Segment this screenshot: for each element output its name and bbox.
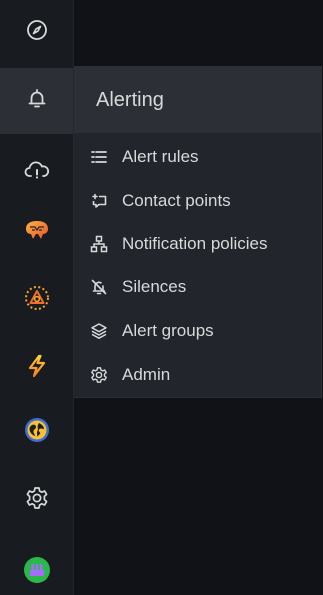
brain-icon [23,218,51,247]
alerting-flyout-menu: Alerting Alert rules Contact points Noti… [74,66,322,398]
lightning-nav-item[interactable] [0,346,73,390]
plugin-avatar-icon [23,556,51,589]
globe-nav-item[interactable] [0,410,73,454]
menu-item-label: Admin [122,365,171,384]
menu-item-notification-policies[interactable]: Notification policies [74,226,322,262]
explore-icon [25,18,49,47]
menu-item-label: Alert rules [122,147,199,166]
alerting-nav-item[interactable] [0,68,73,134]
settings-nav-item[interactable] [0,478,73,522]
menu-item-label: Alert groups [122,321,214,340]
flyout-title[interactable]: Alerting [74,67,322,133]
globe-icon [23,416,51,449]
menu-item-alert-groups[interactable]: Alert groups [74,313,322,349]
oncall-nav-item[interactable] [0,278,73,322]
menu-item-label: Notification policies [122,234,268,253]
comment-icon [88,190,110,212]
brain-nav-item[interactable] [0,210,73,254]
plugin-nav-item[interactable] [0,550,73,594]
menu-item-label: Contact points [122,191,231,210]
cloud-alert-icon [24,157,50,188]
cloud-alert-nav-item[interactable] [0,150,73,194]
menu-item-silences[interactable]: Silences [74,269,322,305]
cog-icon [88,364,110,386]
menu-item-label: Silences [122,277,187,296]
list-icon [88,146,110,168]
lightning-icon [24,353,50,384]
oncall-icon [23,284,51,317]
nav-sidebar [0,0,74,595]
menu-item-admin[interactable]: Admin [74,357,322,393]
layer-group-icon [88,320,110,342]
sitemap-icon [88,233,110,255]
alerting-bell-icon [25,87,49,116]
explore-nav-item[interactable] [0,10,73,54]
menu-item-alert-rules[interactable]: Alert rules [74,139,322,175]
bell-slash-icon [88,276,110,298]
menu-item-contact-points[interactable]: Contact points [74,183,322,219]
gear-icon [24,485,50,516]
